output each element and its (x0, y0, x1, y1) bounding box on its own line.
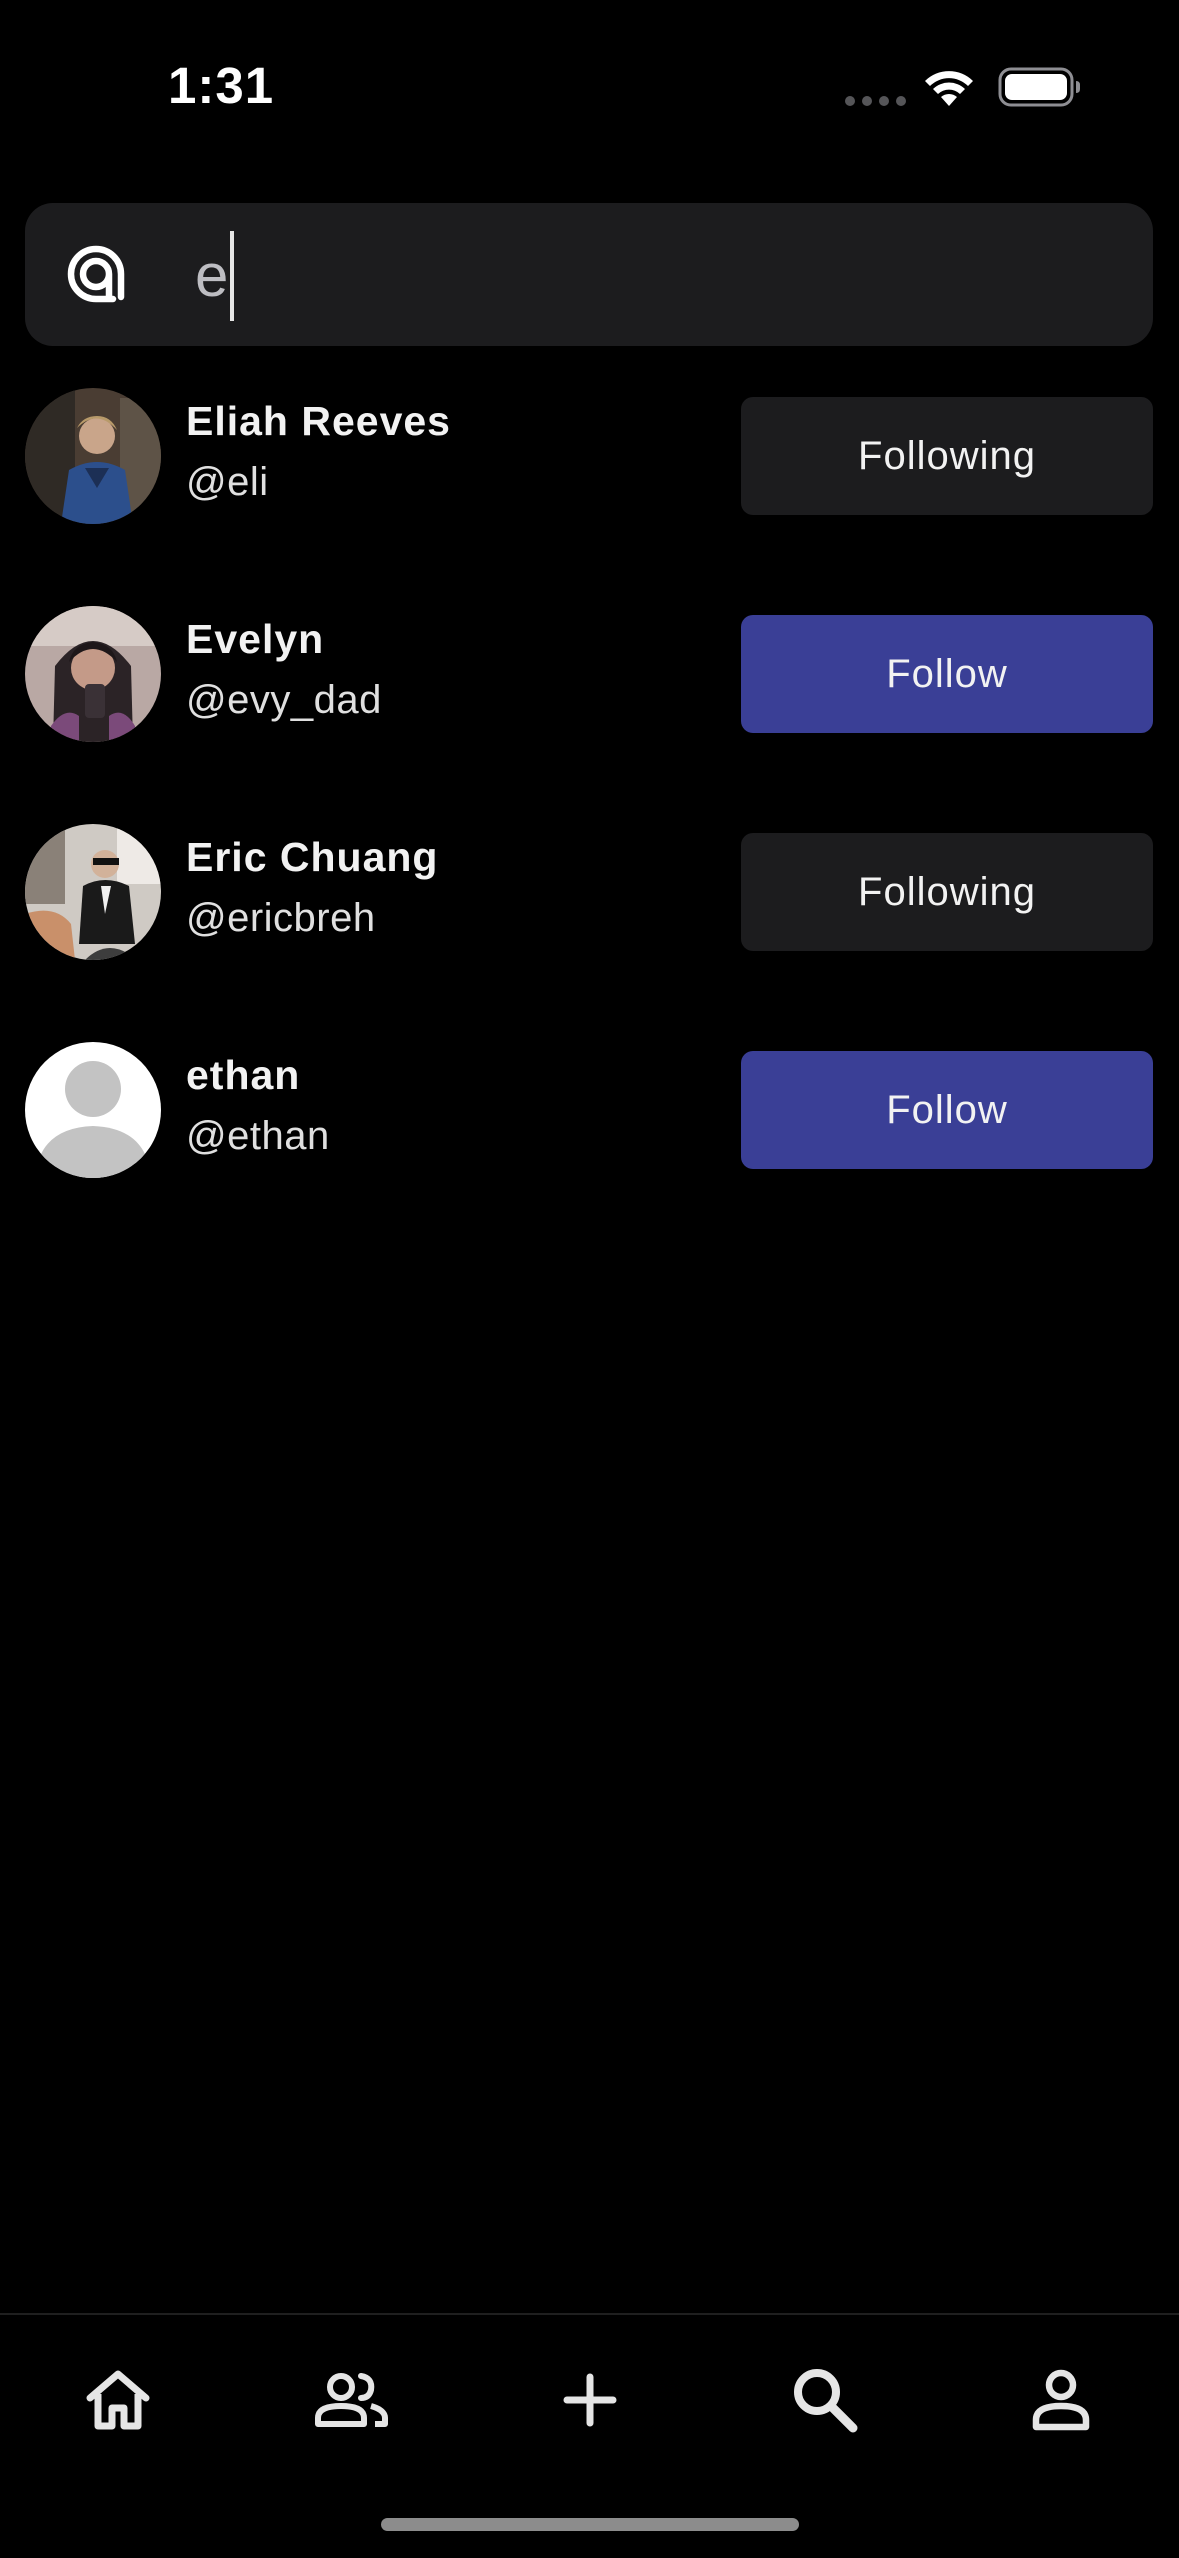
following-button[interactable]: Following (741, 397, 1153, 515)
following-button[interactable]: Following (741, 833, 1153, 951)
avatar[interactable] (25, 606, 161, 742)
at-sign-icon (67, 245, 125, 303)
user-display-name: Eric Chuang (186, 834, 439, 880)
user-results-list: Eliah Reeves @eli Following Evelyn @evy_… (0, 385, 1179, 1257)
avatar[interactable] (25, 388, 161, 524)
user-handle: @ethan (186, 1114, 330, 1158)
user-display-name: Evelyn (186, 616, 325, 662)
user-handle: @evy_dad (186, 678, 382, 722)
status-bar: 1:31 (0, 0, 1179, 170)
user-handle: @ericbreh (186, 896, 376, 940)
user-display-name: ethan (186, 1052, 301, 1098)
people-icon (315, 2373, 388, 2427)
tab-search[interactable] (780, 2355, 870, 2445)
wifi-icon (925, 71, 973, 106)
user-row[interactable]: ethan @ethan Follow (0, 1039, 1179, 1257)
profile-icon (1032, 2369, 1090, 2431)
home-icon (86, 2370, 150, 2430)
status-time: 1:31 (168, 57, 275, 114)
user-handle: @eli (186, 460, 269, 504)
plus-icon (563, 2373, 617, 2427)
search-input[interactable] (170, 233, 1070, 317)
home-indicator[interactable] (381, 2518, 799, 2531)
battery-icon (998, 67, 1080, 107)
tab-profile[interactable] (1016, 2355, 1106, 2445)
tab-friends[interactable] (306, 2355, 396, 2445)
search-icon (794, 2369, 858, 2433)
follow-button[interactable]: Follow (741, 1051, 1153, 1169)
follow-button[interactable]: Follow (741, 615, 1153, 733)
user-row[interactable]: Eliah Reeves @eli Following (0, 385, 1179, 603)
user-row[interactable]: Evelyn @evy_dad Follow (0, 603, 1179, 821)
user-row[interactable]: Eric Chuang @ericbreh Following (0, 821, 1179, 1039)
text-cursor (230, 231, 234, 321)
tab-create[interactable] (545, 2355, 635, 2445)
avatar[interactable] (25, 824, 161, 960)
user-display-name: Eliah Reeves (186, 398, 451, 444)
tab-home[interactable] (73, 2355, 163, 2445)
user-search-bar[interactable] (25, 203, 1153, 346)
default-avatar-icon[interactable] (25, 1042, 161, 1178)
cellular-signal-icon (845, 96, 906, 106)
